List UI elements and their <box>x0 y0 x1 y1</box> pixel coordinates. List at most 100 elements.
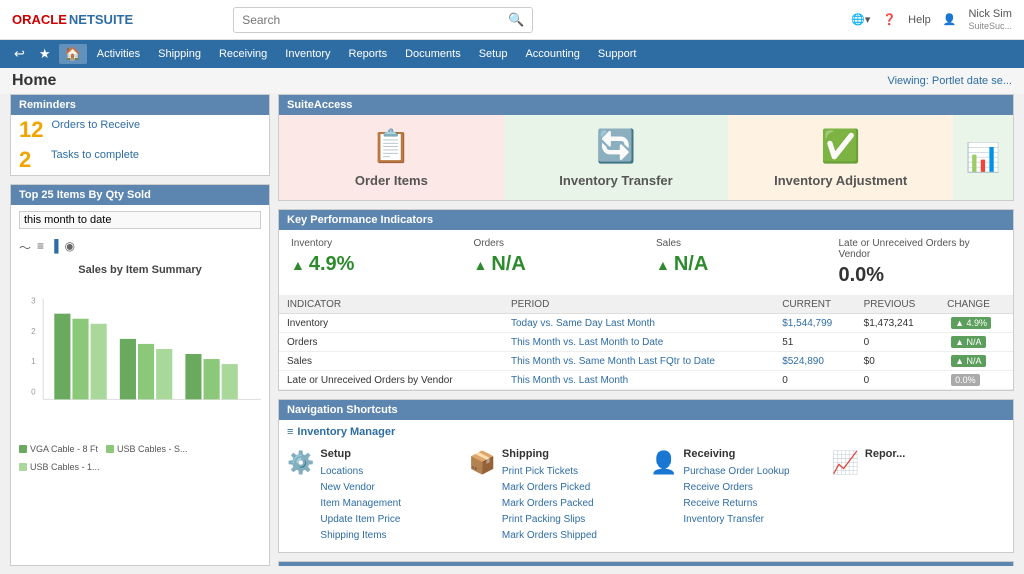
kpi-col-period: PERIOD <box>503 296 774 314</box>
chart-legend: VGA Cable - 8 Ft USB Cables - S... USB C… <box>11 440 269 476</box>
kpi-row-sales-previous: $0 <box>856 352 939 371</box>
chart-section: Top 25 Items By Qty Sold this month to d… <box>10 184 270 566</box>
svg-text:1: 1 <box>31 357 36 366</box>
setup-link-item-mgmt[interactable]: Item Management <box>320 496 401 512</box>
legend-label-usb5: USB Cables - S... <box>117 444 188 454</box>
chart-area: 3 2 1 0 <box>11 280 269 440</box>
setup-icon-area: ⚙️ Setup Locations New Vendor Item Manag… <box>287 448 461 544</box>
shipping-link-picked[interactable]: Mark Orders Picked <box>502 480 597 496</box>
user-info: Nick Sim SuiteSuc... <box>968 8 1012 32</box>
nav-documents[interactable]: Documents <box>397 44 469 64</box>
setup-link-locations[interactable]: Locations <box>320 464 401 480</box>
inventory-adjustment-label: Inventory Adjustment <box>774 173 907 188</box>
kpi-row-sales-period[interactable]: This Month vs. Same Month Last FQtr to D… <box>503 352 774 371</box>
search-box[interactable]: 🔍 <box>233 7 533 33</box>
nav-setup[interactable]: Setup <box>471 44 516 64</box>
kpi-row-orders-current: 51 <box>774 333 855 352</box>
setup-link-vendor[interactable]: New Vendor <box>320 480 401 496</box>
kpi-late-orders-value: 0.0% <box>839 264 1002 287</box>
home-icon[interactable]: 🏠 <box>59 44 87 64</box>
kpi-row-orders-period[interactable]: This Month vs. Last Month to Date <box>503 333 774 352</box>
nav-receiving[interactable]: Receiving <box>211 44 275 64</box>
nav-activities[interactable]: Activities <box>89 44 148 64</box>
receiving-icon: 👤 <box>650 450 677 476</box>
setup-icon: ⚙️ <box>287 450 314 476</box>
top-bar: ORACLE NETSUITE 🔍 🌐▾ ❓ Help 👤 Nick Sim S… <box>0 0 1024 40</box>
chart-dropdown[interactable]: this month to date <box>19 211 261 229</box>
viewing-text: Viewing: Portlet date se... <box>887 75 1012 87</box>
warehouse-ops-header: Warehouse Operations <box>279 562 1013 566</box>
receiving-col-title: Receiving <box>683 448 789 460</box>
setup-link-shipping[interactable]: Shipping Items <box>320 528 401 544</box>
receiving-link-receive[interactable]: Receive Orders <box>683 480 789 496</box>
nav-inventory[interactable]: Inventory <box>277 44 338 64</box>
receiving-icon-area: 👤 Receiving Purchase Order Lookup Receiv… <box>650 448 824 528</box>
logo-oracle: ORACLE <box>12 12 67 27</box>
kpi-row-inventory-period[interactable]: Today vs. Same Day Last Month <box>503 314 774 333</box>
kpi-row-sales-change: ▲ N/A <box>939 352 1013 371</box>
suite-access-inventory-adjustment[interactable]: ✅ Inventory Adjustment <box>728 115 953 200</box>
inventory-transfer-label: Inventory Transfer <box>559 173 672 188</box>
inventory-arrow: ▲ <box>291 257 305 273</box>
inventory-adjustment-icon: ✅ <box>821 127 861 165</box>
reports-icon-area: 📈 Repor... <box>832 448 1006 476</box>
inventory-transfer-icon: 🔄 <box>596 127 636 165</box>
help-icon: ❓ <box>882 13 896 26</box>
kpi-row-late-period[interactable]: This Month vs. Last Month <box>503 371 774 390</box>
shipping-link-shipped[interactable]: Mark Orders Shipped <box>502 528 597 544</box>
legend-dot-usb5 <box>106 445 114 453</box>
receiving-link-returns[interactable]: Receive Returns <box>683 496 789 512</box>
right-panel: SuiteAccess 📋 Order Items 🔄 Inventory Tr… <box>278 94 1014 566</box>
logo: ORACLE NETSUITE <box>12 12 133 27</box>
shipping-link-packed[interactable]: Mark Orders Packed <box>502 496 597 512</box>
history-icon[interactable]: ↩ <box>8 44 31 64</box>
nav-shipping[interactable]: Shipping <box>150 44 209 64</box>
line-chart-icon[interactable]: 〜 <box>19 239 31 256</box>
nav-shortcuts-section: Navigation Shortcuts ≡ Inventory Manager… <box>278 399 1014 553</box>
chart-svg: 3 2 1 0 <box>19 284 261 424</box>
orders-change-badge: ▲ N/A <box>951 336 985 348</box>
reminder-label-tasks[interactable]: Tasks to complete <box>51 149 139 161</box>
reminder-item-tasks: 2 Tasks to complete <box>11 145 269 175</box>
shipping-col-title: Shipping <box>502 448 597 460</box>
suite-access-inventory-transfer[interactable]: 🔄 Inventory Transfer <box>504 115 729 200</box>
receiving-link-po[interactable]: Purchase Order Lookup <box>683 464 789 480</box>
orders-arrow: ▲ <box>474 257 488 273</box>
legend-item-usb5: USB Cables - S... <box>106 444 188 454</box>
chart-icon-bar: 〜 ≡ ▐ ◉ <box>11 235 269 260</box>
kpi-row-sales: Sales This Month vs. Same Month Last FQt… <box>279 352 1013 371</box>
svg-text:0: 0 <box>31 387 36 396</box>
shipping-link-packing[interactable]: Print Packing Slips <box>502 512 597 528</box>
table-icon[interactable]: ≡ <box>37 239 44 256</box>
legend-label-usb1: USB Cables - 1... <box>30 462 100 472</box>
reminder-label-orders[interactable]: Orders to Receive <box>51 119 140 131</box>
shipping-link-pick[interactable]: Print Pick Tickets <box>502 464 597 480</box>
nav-support[interactable]: Support <box>590 44 645 64</box>
help-link[interactable]: Help <box>908 14 931 26</box>
kpi-orders-label: Orders <box>474 238 637 249</box>
pie-chart-icon[interactable]: ◉ <box>65 239 75 256</box>
star-icon[interactable]: ★ <box>33 44 57 64</box>
suite-access-body: 📋 Order Items 🔄 Inventory Transfer ✅ Inv… <box>279 115 1013 200</box>
setup-col-title: Setup <box>320 448 401 460</box>
legend-item-usb1: USB Cables - 1... <box>19 462 100 472</box>
setup-link-price[interactable]: Update Item Price <box>320 512 401 528</box>
suite-access-order-items[interactable]: 📋 Order Items <box>279 115 504 200</box>
search-input[interactable] <box>242 13 508 27</box>
warehouse-ops-section: Warehouse Operations <box>278 561 1014 566</box>
legend-dot-usb1 <box>19 463 27 471</box>
receiving-link-transfer[interactable]: Inventory Transfer <box>683 512 789 528</box>
kpi-row-inventory-previous: $1,473,241 <box>856 314 939 333</box>
nav-bar: ↩ ★ 🏠 Activities Shipping Receiving Inve… <box>0 40 1024 68</box>
bar-chart-icon[interactable]: ▐ <box>50 239 59 256</box>
search-icon: 🔍 <box>508 12 524 28</box>
kpi-row-late: Late or Unreceived Orders by Vendor This… <box>279 371 1013 390</box>
suite-access-extra[interactable]: 📊 <box>953 115 1013 200</box>
chart-title: Sales by Item Summary <box>11 260 269 280</box>
nav-reports[interactable]: Reports <box>341 44 396 64</box>
page-title: Home <box>12 72 56 90</box>
flag-icon[interactable]: 🌐▾ <box>851 13 870 26</box>
kpi-orders: Orders ▲ N/A <box>474 238 637 287</box>
kpi-row-late-current: 0 <box>774 371 855 390</box>
nav-accounting[interactable]: Accounting <box>517 44 587 64</box>
